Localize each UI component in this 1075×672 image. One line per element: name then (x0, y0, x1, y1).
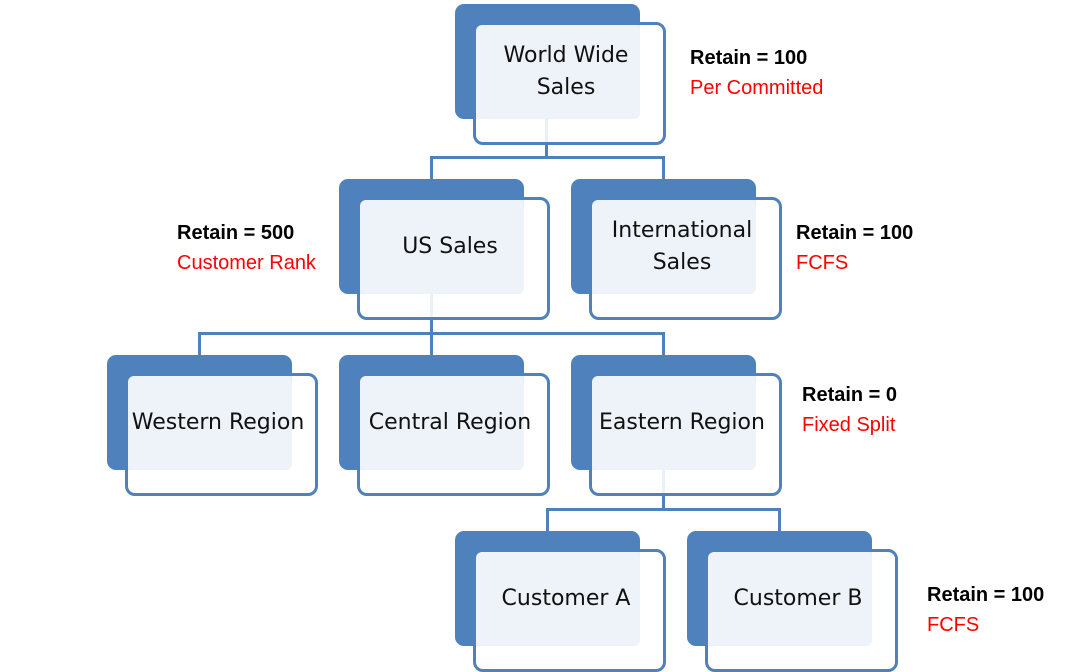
allocation-method: FCFS (796, 252, 849, 274)
world-annotation: Retain = 100 Per Committed (690, 43, 823, 103)
connector-line (430, 332, 433, 356)
custB-annotation: Retain = 100 FCFS (927, 580, 1044, 640)
allocation-method: FCFS (927, 614, 980, 636)
retain-value: Retain = 100 (927, 584, 1045, 606)
retain-value: Retain = 100 (796, 222, 914, 244)
eastern-annotation: Retain = 0 Fixed Split (802, 380, 897, 440)
connector-line (778, 508, 781, 532)
retain-value: Retain = 0 (802, 384, 898, 406)
central-node-label: Central Region (368, 410, 532, 435)
us-annotation: Retain = 500 Customer Rank (177, 218, 316, 278)
retain-value: Retain = 100 (690, 47, 808, 69)
connector-line (546, 508, 549, 532)
intl-annotation: Retain = 100 FCFS (796, 218, 913, 278)
allocation-method: Per Committed (690, 77, 824, 99)
custA-node-label: Customer A (501, 586, 631, 611)
connector-line (662, 156, 665, 180)
connector-line (546, 508, 781, 511)
connector-line (662, 332, 665, 356)
western-node-label: Western Region (131, 410, 305, 435)
intl-node-label: International Sales (611, 218, 753, 275)
connector-line (198, 332, 201, 356)
connector-line (430, 156, 665, 159)
world-node-label: World Wide Sales (503, 43, 629, 100)
retain-value: Retain = 500 (177, 222, 295, 244)
us-node-label: US Sales (402, 234, 498, 259)
eastern-node-label: Eastern Region (599, 410, 765, 435)
allocation-method: Fixed Split (802, 414, 896, 436)
custB-node-label: Customer B (733, 586, 863, 611)
connector-line (430, 156, 433, 180)
allocation-method: Customer Rank (177, 252, 316, 274)
